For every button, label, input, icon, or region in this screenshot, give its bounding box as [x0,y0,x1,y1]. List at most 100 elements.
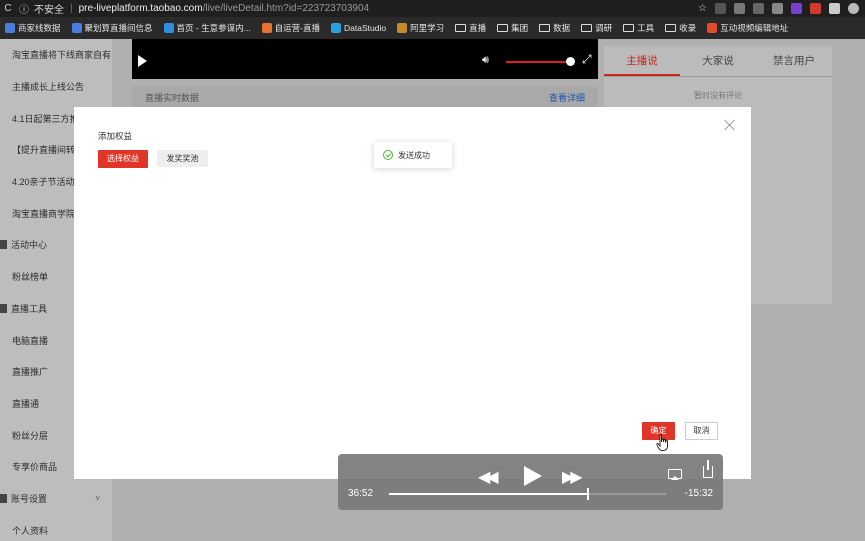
bookmarks-bar: 商家线数据 聚划算直播间信息 首页 - 生意参谋内... 自运营-直播 DataStud… [0,17,865,39]
bookmark-item[interactable]: 商家线数据 [5,22,61,34]
folder-icon [539,24,551,32]
sidebar-item[interactable]: 淘宝直播将下线商家自有 [0,39,112,71]
divider: | [70,3,73,14]
close-icon[interactable] [724,119,736,131]
volume-bar[interactable] [506,61,570,63]
live-data-header: 直播实时数据 查看详细 [132,86,598,108]
sidebar-item-label: 淘宝直播将下线商家自有 [12,50,112,61]
sidebar-item-label: 粉丝榜单 [12,272,49,283]
prize-pool-button[interactable]: 发奖奖池 [157,150,208,167]
sidebar-item-label: 个人资料 [12,525,49,536]
dialog-title: 添加权益 [98,131,133,141]
tab-anchor[interactable]: 主播说 [604,46,680,76]
bookmark-label: 聚划算直播间信息 [84,23,153,33]
folder-icon [623,24,635,32]
success-toast: 发送成功 [374,142,452,168]
globe-icon [163,23,174,33]
bookmark-label: 调研 [595,23,613,33]
video-player[interactable]: 🔊︎ ⤢ [132,39,598,79]
tag-icon [707,23,718,33]
url-field[interactable]: pre-liveplatform.taobao.com/live/liveDet… [79,3,369,14]
bookmark-item[interactable]: 调研 [581,22,612,34]
info-icon[interactable]: ⓘ [16,1,32,16]
bookmark-item[interactable]: 直播 [455,22,486,34]
sidebar-item-label: 4.1日起第三方推 [12,113,79,124]
menu-icon [0,303,7,313]
bookmark-label: 工具 [637,23,655,33]
reload-icon[interactable]: C [0,3,16,14]
star-icon[interactable]: ☆ [698,3,707,14]
view-detail-link[interactable]: 查看详细 [549,91,585,104]
bookmark-item[interactable]: 收录 [665,22,696,34]
sidebar-item-label: 淘宝直播商学院 [12,208,76,219]
sidebar-item-label: 直播推广 [12,367,49,378]
cancel-button[interactable]: 取消 [685,422,718,440]
sidebar-item-label: 账号设置 [11,493,48,504]
folder-icon [497,24,509,32]
extension-icon[interactable] [715,3,726,14]
share-icon[interactable] [703,460,713,478]
bookmark-label: 阿里学习 [410,23,445,33]
bookmark-item[interactable]: 自运营-直播 [261,22,320,34]
select-benefit-button[interactable]: 选择权益 [98,150,148,168]
extension-icon[interactable] [810,3,821,14]
chevron-down-icon[interactable]: ˅ [95,494,100,503]
bookmark-label: 数据 [553,23,571,33]
tab-everyone[interactable]: 大家说 [680,46,756,76]
check-circle-icon [383,150,393,160]
play-icon[interactable] [138,55,147,67]
sidebar-group[interactable]: 账号设置 ˅ [0,483,112,515]
fast-forward-icon[interactable]: ▶▶ [562,467,583,487]
toast-text: 发送成功 [398,150,430,160]
sidebar-item-label: 【提升直播间转 [12,145,76,156]
address-bar: C ⓘ 不安全 | pre-liveplatform.taobao.com/li… [0,0,865,17]
media-controller: ◀◀ ▶▶ 36:52 -15:32 [338,454,723,510]
bookmark-label: 收录 [679,23,697,33]
url-host: pre-liveplatform.taobao.com [78,3,203,14]
sidebar-item-label: 粉丝分层 [12,430,49,441]
progress-fill [389,493,589,495]
bookmark-item[interactable]: 互动视频编辑地址 [707,22,788,34]
bookmark-item[interactable]: 首页 - 生意参谋内... [163,22,251,34]
hand-cursor-icon [656,434,668,451]
extension-icon[interactable] [791,3,802,14]
url-path: /live/liveDetail.htm?id=223723703904 [202,3,370,14]
extension-icon[interactable] [829,3,840,14]
progress-track[interactable] [389,488,666,500]
owl-icon [397,23,408,33]
folder-icon [455,24,467,32]
bookmark-label: 互动视频编辑地址 [720,23,789,33]
sidebar-item-label: 活动中心 [11,240,48,251]
bookmark-label: 首页 - 生意参谋内... [176,23,251,33]
sidebar-item-label: 主播成长上线公告 [12,82,85,93]
elapsed-time: 36:52 [348,488,374,499]
sidebar-item[interactable]: 个人资料 [0,514,112,541]
rewind-icon[interactable]: ◀◀ [478,467,499,487]
progress-knob[interactable] [587,488,590,500]
x-icon [331,23,342,33]
play-icon[interactable] [524,466,542,486]
bookmark-item[interactable]: DataStudio [331,23,386,33]
bookmark-label: 集团 [511,23,529,33]
bookmark-item[interactable]: 聚划算直播间信息 [71,22,153,34]
extension-icon[interactable] [753,3,764,14]
sidebar-item-label: 直播工具 [11,303,48,314]
extension-icon[interactable] [772,3,783,14]
sidebar-item-label: 直播通 [12,398,40,409]
bookmark-label: 商家线数据 [18,23,61,33]
folder-icon [665,24,677,32]
airplay-icon[interactable] [668,469,682,480]
fullscreen-icon[interactable]: ⤢ [582,52,592,67]
extension-icon[interactable] [734,3,745,14]
bookmark-item[interactable]: 数据 [539,22,570,34]
bookmark-item[interactable]: 阿里学习 [397,22,444,34]
bookmark-item[interactable]: 集团 [497,22,528,34]
empty-comments: 暂时没有评论 [694,91,742,100]
sidebar-item[interactable]: 主播成长上线公告 [0,71,112,103]
volume-knob[interactable] [566,57,575,66]
volume-icon[interactable]: 🔊︎ [482,54,489,67]
tab-muted-users[interactable]: 禁言用户 [756,46,832,76]
bookmark-item[interactable]: 工具 [623,22,654,34]
security-label[interactable]: 不安全 [34,1,64,16]
avatar[interactable] [848,3,859,14]
